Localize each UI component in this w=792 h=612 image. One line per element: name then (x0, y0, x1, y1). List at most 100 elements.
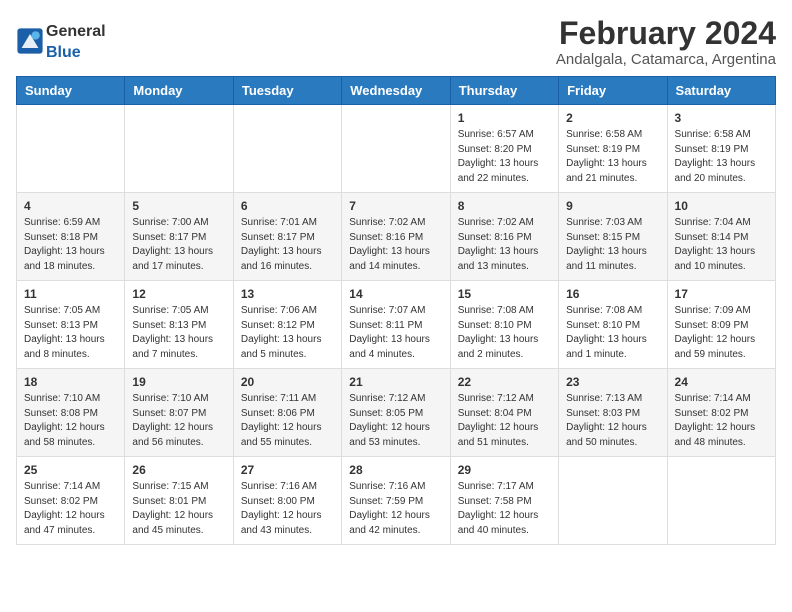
calendar-cell: 8 Sunrise: 7:02 AMSunset: 8:16 PMDaylight… (450, 193, 558, 281)
day-info: Sunrise: 7:06 AMSunset: 8:12 PMDaylight:… (241, 304, 334, 362)
day-info: Sunrise: 7:12 AMSunset: 8:04 PMDaylight:… (458, 392, 551, 450)
day-info: Sunrise: 7:05 AMSunset: 8:13 PMDaylight:… (132, 304, 225, 362)
calendar-day-header: Wednesday (342, 77, 450, 105)
day-info: Sunrise: 7:15 AMSunset: 8:01 PMDaylight:… (132, 480, 225, 538)
day-number: 25 (24, 463, 117, 477)
day-number: 10 (675, 199, 768, 213)
day-info: Sunrise: 7:17 AMSunset: 7:58 PMDaylight:… (458, 480, 551, 538)
calendar-cell: 9 Sunrise: 7:03 AMSunset: 8:15 PMDaylight… (559, 193, 667, 281)
calendar-header-row: SundayMondayTuesdayWednesdayThursdayFrid… (17, 77, 776, 105)
calendar-cell: 28 Sunrise: 7:16 AMSunset: 7:59 PMDayligh… (342, 457, 450, 545)
day-number: 27 (241, 463, 334, 477)
day-number: 16 (566, 287, 659, 301)
day-info: Sunrise: 7:08 AMSunset: 8:10 PMDaylight:… (458, 304, 551, 362)
calendar-cell: 27 Sunrise: 7:16 AMSunset: 8:00 PMDayligh… (233, 457, 341, 545)
calendar-week-row: 25 Sunrise: 7:14 AMSunset: 8:02 PMDayligh… (17, 457, 776, 545)
day-info: Sunrise: 6:58 AMSunset: 8:19 PMDaylight:… (675, 128, 768, 186)
day-info: Sunrise: 7:10 AMSunset: 8:08 PMDaylight:… (24, 392, 117, 450)
day-info: Sunrise: 7:11 AMSunset: 8:06 PMDaylight:… (241, 392, 334, 450)
day-info: Sunrise: 6:58 AMSunset: 8:19 PMDaylight:… (566, 128, 659, 186)
day-info: Sunrise: 7:12 AMSunset: 8:05 PMDaylight:… (349, 392, 442, 450)
calendar-cell: 19 Sunrise: 7:10 AMSunset: 8:07 PMDayligh… (125, 369, 233, 457)
day-number: 9 (566, 199, 659, 213)
day-number: 20 (241, 375, 334, 389)
logo: General Blue (16, 20, 106, 62)
day-info: Sunrise: 7:10 AMSunset: 8:07 PMDaylight:… (132, 392, 225, 450)
page-header: General Blue February 2024 Andalgala, Ca… (16, 16, 776, 68)
calendar-table: SundayMondayTuesdayWednesdayThursdayFrid… (16, 76, 776, 545)
calendar-cell: 7Sunrise: 7:02 AMSunset: 8:16 PMDaylight… (342, 193, 450, 281)
day-info: Sunrise: 6:57 AMSunset: 8:20 PMDaylight:… (458, 128, 551, 186)
day-info: Sunrise: 6:59 AMSunset: 8:18 PMDaylight:… (24, 216, 117, 274)
calendar-cell: 11Sunrise: 7:05 AMSunset: 8:13 PMDayligh… (17, 281, 125, 369)
day-info: Sunrise: 7:03 AMSunset: 8:15 PMDaylight:… (566, 216, 659, 274)
calendar-cell: 13Sunrise: 7:06 AMSunset: 8:12 PMDayligh… (233, 281, 341, 369)
day-number: 5 (132, 199, 225, 213)
day-info: Sunrise: 7:14 AMSunset: 8:02 PMDaylight:… (24, 480, 117, 538)
day-number: 23 (566, 375, 659, 389)
day-info: Sunrise: 7:07 AMSunset: 8:11 PMDaylight:… (349, 304, 442, 362)
day-number: 2 (566, 111, 659, 125)
day-number: 21 (349, 375, 442, 389)
day-info: Sunrise: 7:13 AMSunset: 8:03 PMDaylight:… (566, 392, 659, 450)
calendar-cell: 10 Sunrise: 7:04 AMSunset: 8:14 PMDayligh… (667, 193, 775, 281)
calendar-cell (559, 457, 667, 545)
calendar-cell (125, 105, 233, 193)
day-info: Sunrise: 7:02 AMSunset: 8:16 PMDaylight:… (458, 216, 551, 274)
calendar-cell: 6 Sunrise: 7:01 AMSunset: 8:17 PMDaylight… (233, 193, 341, 281)
calendar-cell: 12 Sunrise: 7:05 AMSunset: 8:13 PMDayligh… (125, 281, 233, 369)
day-number: 1 (458, 111, 551, 125)
calendar-week-row: 11 Sunrise: 7:05 AMSunset: 8:13 PMDayligh… (17, 281, 776, 369)
day-number: 15 (458, 287, 551, 301)
day-number: 29 (458, 463, 551, 477)
calendar-cell: 29 Sunrise: 7:17 AMSunset: 7:58 PMDayligh… (450, 457, 558, 545)
day-number: 19 (132, 375, 225, 389)
calendar-week-row: 18 Sunrise: 7:10 AMSunset: 8:08 PMDayligh… (17, 369, 776, 457)
day-info: Sunrise: 7:01 AMSunset: 8:17 PMDaylight:… (241, 216, 334, 274)
day-info: Sunrise: 7:04 AMSunset: 8:14 PMDaylight:… (675, 216, 768, 274)
calendar-cell: 18 Sunrise: 7:10 AMSunset: 8:08 PMDayligh… (17, 369, 125, 457)
day-number: 28 (349, 463, 442, 477)
day-info: Sunrise: 7:08 AMSunset: 8:10 PMDaylight:… (566, 304, 659, 362)
day-number: 8 (458, 199, 551, 213)
calendar-cell: 1 Sunrise: 6:57 AMSunset: 8:20 PMDaylight… (450, 105, 558, 193)
calendar-day-header: Thursday (450, 77, 558, 105)
day-number: 3 (675, 111, 768, 125)
day-info: Sunrise: 7:02 AMSunset: 8:16 PMDaylight:… (349, 216, 442, 274)
day-number: 12 (132, 287, 225, 301)
day-info: Sunrise: 7:16 AMSunset: 7:59 PMDaylight:… (349, 480, 442, 538)
day-number: 18 (24, 375, 117, 389)
calendar-day-header: Tuesday (233, 77, 341, 105)
calendar-cell: 3 Sunrise: 6:58 AMSunset: 8:19 PMDaylight… (667, 105, 775, 193)
calendar-title: February 2024 (556, 16, 776, 51)
day-number: 14 (349, 287, 442, 301)
day-info: Sunrise: 7:16 AMSunset: 8:00 PMDaylight:… (241, 480, 334, 538)
calendar-cell (667, 457, 775, 545)
calendar-cell: 24Sunrise: 7:14 AMSunset: 8:02 PMDayligh… (667, 369, 775, 457)
calendar-cell: 26Sunrise: 7:15 AMSunset: 8:01 PMDayligh… (125, 457, 233, 545)
day-number: 17 (675, 287, 768, 301)
calendar-cell (17, 105, 125, 193)
calendar-cell: 16 Sunrise: 7:08 AMSunset: 8:10 PMDayligh… (559, 281, 667, 369)
calendar-cell: 2 Sunrise: 6:58 AMSunset: 8:19 PMDaylight… (559, 105, 667, 193)
calendar-day-header: Monday (125, 77, 233, 105)
day-number: 4 (24, 199, 117, 213)
day-number: 11 (24, 287, 117, 301)
calendar-cell (233, 105, 341, 193)
calendar-cell: 17Sunrise: 7:09 AMSunset: 8:09 PMDayligh… (667, 281, 775, 369)
calendar-day-header: Sunday (17, 77, 125, 105)
calendar-cell: 22 Sunrise: 7:12 AMSunset: 8:04 PMDayligh… (450, 369, 558, 457)
title-block: February 2024 Andalgala, Catamarca, Arge… (556, 16, 776, 68)
calendar-cell: 23 Sunrise: 7:13 AMSunset: 8:03 PMDayligh… (559, 369, 667, 457)
calendar-cell: 4 Sunrise: 6:59 AMSunset: 8:18 PMDaylight… (17, 193, 125, 281)
calendar-subtitle: Andalgala, Catamarca, Argentina (556, 51, 776, 68)
day-number: 22 (458, 375, 551, 389)
calendar-cell: 15 Sunrise: 7:08 AMSunset: 8:10 PMDayligh… (450, 281, 558, 369)
calendar-cell: 25 Sunrise: 7:14 AMSunset: 8:02 PMDayligh… (17, 457, 125, 545)
day-number: 24 (675, 375, 768, 389)
calendar-week-row: 4 Sunrise: 6:59 AMSunset: 8:18 PMDaylight… (17, 193, 776, 281)
day-number: 6 (241, 199, 334, 213)
calendar-day-header: Friday (559, 77, 667, 105)
day-info: Sunrise: 7:00 AMSunset: 8:17 PMDaylight:… (132, 216, 225, 274)
logo-icon (16, 27, 44, 55)
